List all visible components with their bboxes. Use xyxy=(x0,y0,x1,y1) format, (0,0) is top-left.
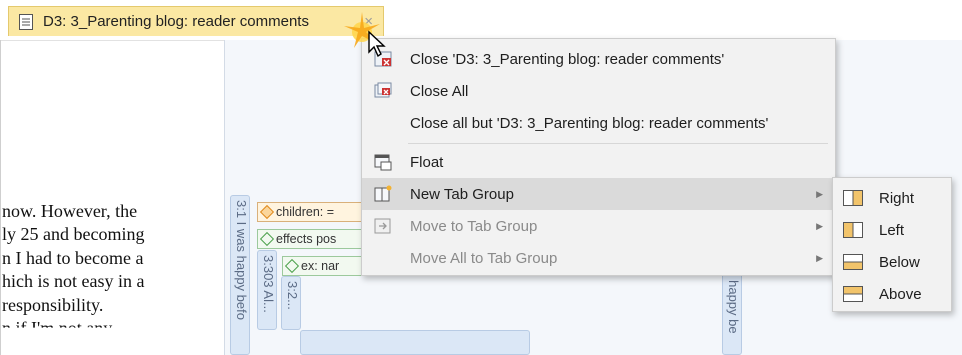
menu-item-label: Move to Tab Group xyxy=(410,217,538,235)
submenu-item-left[interactable]: Left xyxy=(833,214,951,246)
document-tab-title: D3: 3_Parenting blog: reader comments xyxy=(43,13,309,30)
quotation-bar xyxy=(300,330,530,355)
code-tag[interactable]: children: = xyxy=(257,202,365,222)
menu-item-close-all-but[interactable]: Close all but 'D3: 3_Parenting blog: rea… xyxy=(362,107,835,139)
code-icon xyxy=(259,204,275,220)
submenu-item-label: Right xyxy=(879,189,915,207)
menu-item-label: Float xyxy=(410,153,444,171)
mouse-cursor-icon xyxy=(368,30,386,58)
split-left-icon xyxy=(843,222,863,238)
tab-context-menu: Close 'D3: 3_Parenting blog: reader comm… xyxy=(361,38,836,276)
split-above-icon xyxy=(843,286,863,302)
split-right-icon xyxy=(843,190,863,206)
menu-item-label: Close all but 'D3: 3_Parenting blog: rea… xyxy=(410,114,769,132)
menu-item-float[interactable]: Float xyxy=(362,146,835,178)
submenu-item-right[interactable]: Right xyxy=(833,182,951,214)
code-label: ex: nar xyxy=(301,259,340,273)
code-label: children: = xyxy=(276,205,335,219)
code-tag[interactable]: ex: nar xyxy=(282,256,365,276)
new-tab-group-icon xyxy=(374,185,392,202)
submenu-arrow-icon: ▶ xyxy=(816,252,823,263)
quotation-bar[interactable]: 3:303 Al... xyxy=(257,250,277,330)
document-text: now. However, the ly 25 and becoming n I… xyxy=(0,200,223,340)
menu-item-move-to-tab-group[interactable]: Move to Tab Group ▶ xyxy=(362,210,835,242)
menu-item-close[interactable]: Close 'D3: 3_Parenting blog: reader comm… xyxy=(362,43,835,75)
new-tab-group-submenu: Right Left Below Above xyxy=(832,177,952,312)
split-below-icon xyxy=(843,254,863,270)
submenu-arrow-icon: ▶ xyxy=(816,188,823,199)
menu-item-label: Close All xyxy=(410,82,469,100)
submenu-item-label: Above xyxy=(879,285,922,303)
submenu-arrow-icon: ▶ xyxy=(816,220,823,231)
submenu-item-above[interactable]: Above xyxy=(833,278,951,310)
menu-item-move-all-to-tab-group[interactable]: Move All to Tab Group ▶ xyxy=(362,242,835,274)
submenu-item-label: Left xyxy=(879,221,905,239)
close-all-icon xyxy=(374,82,392,98)
menu-item-label: New Tab Group xyxy=(410,185,514,203)
document-line: ly 25 and becoming xyxy=(2,224,145,245)
code-icon xyxy=(259,231,275,247)
float-icon xyxy=(374,154,392,171)
document-line: hich is not easy in a xyxy=(2,271,145,292)
document-line: responsibility. xyxy=(2,294,104,315)
menu-separator xyxy=(408,143,828,144)
code-label: effects pos xyxy=(276,232,337,246)
document-tab[interactable]: D3: 3_Parenting blog: reader comments × xyxy=(8,6,384,36)
menu-item-close-all[interactable]: Close All xyxy=(362,75,835,107)
code-tag[interactable]: effects pos xyxy=(257,229,365,249)
document-icon xyxy=(19,13,33,30)
quotation-bar[interactable]: 3:1 I was happy befo xyxy=(230,195,250,355)
document-line: n if I'm not any xyxy=(2,318,113,339)
document-line: n I had to become a xyxy=(2,247,144,268)
menu-item-label: Close 'D3: 3_Parenting blog: reader comm… xyxy=(410,50,725,68)
menu-item-new-tab-group[interactable]: New Tab Group ▶ xyxy=(362,178,835,210)
submenu-item-below[interactable]: Below xyxy=(833,246,951,278)
quotation-bar[interactable]: 3:2... xyxy=(281,276,301,330)
move-to-tab-group-icon xyxy=(374,218,391,234)
quotation-bar[interactable]: s happy be xyxy=(722,265,742,355)
submenu-item-label: Below xyxy=(879,253,920,271)
document-line: now. However, the xyxy=(2,201,138,221)
menu-item-label: Move All to Tab Group xyxy=(410,249,558,267)
code-icon xyxy=(284,258,300,274)
